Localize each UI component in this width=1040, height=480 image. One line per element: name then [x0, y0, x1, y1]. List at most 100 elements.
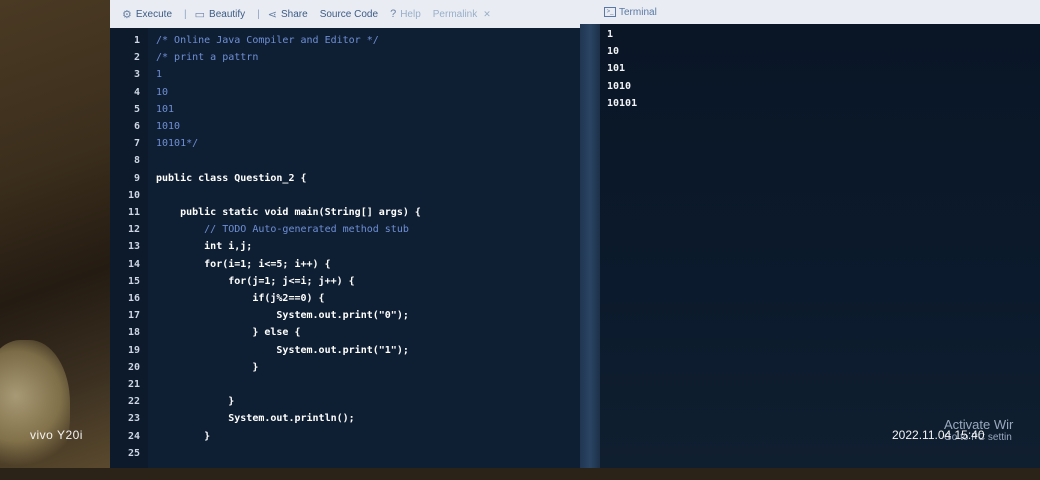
line-number: 19 — [127, 344, 140, 356]
line-number: 17 — [127, 310, 140, 322]
editor-toolbar: ⚙ Execute | ▭ Beautify | ⋖ Share Source … — [110, 0, 600, 28]
permalink-button[interactable]: Permalink ✕ — [433, 9, 491, 20]
code-text: public class Question_2 { — [156, 172, 307, 184]
code-line[interactable]: 9 public class Question_2 { — [110, 170, 580, 187]
code-text: for(j=1; j<=i; j++) { — [156, 275, 355, 287]
code-line[interactable]: 20 } — [110, 359, 580, 376]
code-text: public static void main(String[] args) { — [156, 207, 421, 218]
terminal-output-line: 101 — [607, 63, 626, 74]
code-line[interactable]: 21 — [110, 376, 580, 393]
line-number: 9 — [133, 172, 140, 184]
line-number: 13 — [127, 241, 140, 253]
code-line[interactable]: 24 } — [110, 428, 580, 445]
code-line[interactable]: 17 System.out.print("0"); — [110, 307, 580, 324]
code-text: } else { — [156, 327, 301, 339]
pane-divider[interactable] — [580, 24, 600, 468]
code-line[interactable]: 15 for(j=1; j<=i; j++) { — [110, 273, 580, 290]
code-line[interactable]: 5 101 — [110, 101, 580, 118]
line-number: 24 — [127, 430, 140, 442]
code-text: System.out.print("1"); — [156, 344, 409, 356]
line-number: 22 — [127, 396, 140, 408]
line-number: 5 — [133, 103, 140, 115]
terminal-header: >_ Terminal — [600, 0, 1040, 24]
beautify-label: Beautify — [209, 8, 246, 20]
source-code-button[interactable]: Source Code — [320, 9, 378, 20]
code-text: 10101*/ — [156, 138, 199, 150]
code-line[interactable]: 25 — [110, 445, 580, 462]
monitor-screen: ⚙ Execute | ▭ Beautify | ⋖ Share Source … — [110, 0, 1040, 468]
code-text: 10 — [156, 86, 169, 98]
share-icon: ⋖ — [267, 8, 277, 21]
code-text: 101 — [156, 103, 175, 115]
code-text: } — [156, 396, 235, 408]
code-line[interactable]: 31 — [110, 66, 580, 83]
camera-brand-stamp: vivo Y20i — [30, 428, 83, 442]
code-line[interactable]: 16 if(j%2==0) { — [110, 290, 580, 307]
toolbar-separator: | — [257, 8, 260, 20]
terminal-output-line: 10 — [607, 46, 620, 57]
terminal-output-line: 1 — [607, 29, 614, 40]
code-editor[interactable]: 1 /* Online Java Compiler and Editor */ 2 /… — [110, 28, 580, 468]
code-line[interactable]: 22 } — [110, 393, 580, 410]
line-number: 25 — [127, 447, 140, 459]
photo-background-object — [0, 340, 70, 480]
line-number: 1 — [133, 35, 140, 46]
share-button[interactable]: ⋖ Share — [268, 8, 308, 21]
code-text: 1 — [156, 69, 163, 81]
photo-timestamp-stamp: 2022.11.04 15:40 — [892, 428, 985, 442]
share-label: Share — [281, 8, 308, 20]
code-text: /* print a pattrn — [156, 52, 259, 64]
line-number: 11 — [127, 207, 140, 218]
help-icon: ? — [390, 8, 397, 20]
execute-label: Execute — [135, 8, 173, 20]
code-text: if(j%2==0) { — [156, 293, 325, 304]
code-text: 1010 — [156, 121, 181, 132]
line-number: 21 — [127, 379, 140, 390]
code-line[interactable]: 6 1010 — [110, 118, 580, 135]
code-line[interactable]: 18 } else { — [110, 324, 580, 341]
gears-icon: ⚙ — [122, 8, 132, 21]
help-button[interactable]: ? Help — [390, 8, 421, 20]
line-number: 16 — [127, 293, 140, 304]
code-line[interactable]: 12 // TODO Auto-generated method stub — [110, 221, 580, 238]
terminal-output-line: 1010 — [607, 81, 632, 92]
line-number: 15 — [127, 275, 140, 287]
line-number: 14 — [127, 258, 140, 270]
code-line[interactable]: 10 — [110, 187, 580, 204]
code-line[interactable]: 4 10 — [110, 84, 580, 101]
permalink-label: Permalink — [432, 8, 478, 20]
code-text: // TODO Auto-generated method stub — [156, 224, 409, 236]
beautify-button[interactable]: ▭ Beautify — [195, 8, 246, 21]
execute-button[interactable]: ⚙ Execute — [122, 8, 172, 21]
line-number: 20 — [127, 361, 140, 373]
line-number: 23 — [127, 413, 140, 425]
line-number: 7 — [133, 138, 140, 150]
source-code-label: Source Code — [319, 8, 379, 20]
code-line[interactable]: 13 int i,j; — [110, 238, 580, 255]
code-text: /* Online Java Compiler and Editor */ — [156, 35, 379, 46]
code-text: int i,j; — [156, 241, 253, 253]
line-number: 8 — [133, 155, 140, 167]
code-line[interactable]: 23 System.out.println(); — [110, 410, 580, 427]
toolbar-separator: | — [184, 8, 187, 20]
code-line[interactable]: 11 public static void main(String[] args… — [110, 204, 580, 221]
code-text: } — [156, 430, 211, 442]
code-line[interactable]: 2 /* print a pattrn — [110, 49, 580, 66]
terminal-output: 1 10 101 1010 10101 — [600, 24, 1040, 468]
terminal-title: Terminal — [619, 6, 657, 18]
line-number: 10 — [127, 189, 140, 201]
code-line[interactable]: 7 10101*/ — [110, 135, 580, 152]
line-number: 4 — [133, 86, 140, 98]
close-icon[interactable]: ✕ — [483, 9, 491, 20]
code-line[interactable]: 8 — [110, 152, 580, 169]
code-text: System.out.print("0"); — [156, 310, 409, 322]
code-line[interactable]: 14 for(i=1; i<=5; i++) { — [110, 256, 580, 273]
line-number: 12 — [127, 224, 140, 236]
code-line[interactable]: 1 /* Online Java Compiler and Editor */ — [110, 32, 580, 49]
code-text: for(i=1; i<=5; i++) { — [156, 258, 331, 270]
code-line[interactable]: 19 System.out.print("1"); — [110, 342, 580, 359]
line-number: 3 — [133, 69, 140, 81]
line-number: 18 — [127, 327, 140, 339]
beautify-icon: ▭ — [194, 8, 206, 21]
line-number: 2 — [133, 52, 140, 64]
